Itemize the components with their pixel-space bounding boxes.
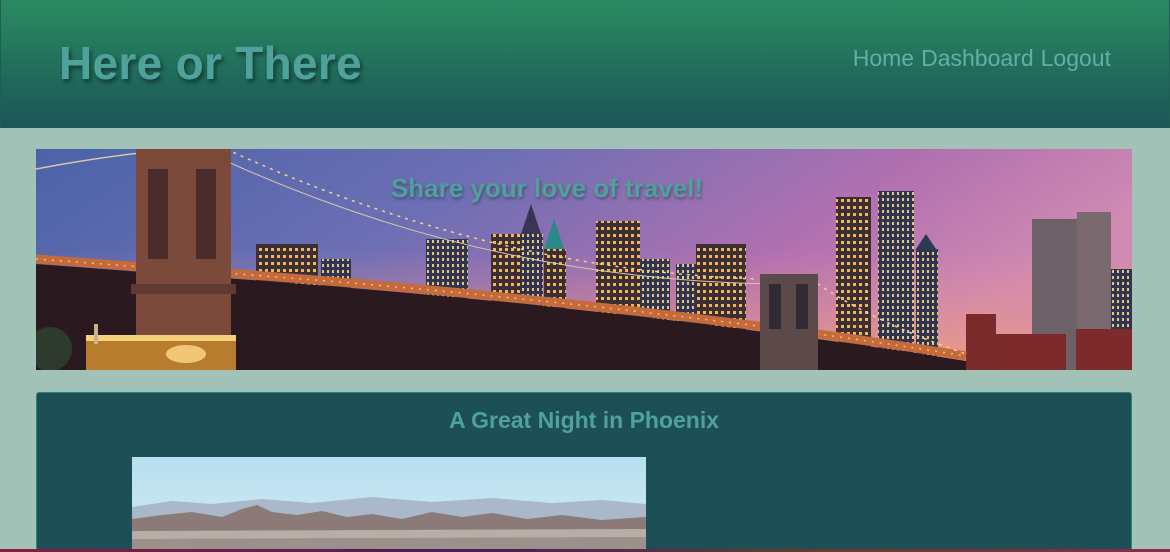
hero-banner: Share your love of travel! — [36, 149, 1132, 370]
main-nav: Home Dashboard Logout — [853, 45, 1111, 72]
banner-tagline: Share your love of travel! — [36, 173, 1132, 204]
nav-dashboard-link[interactable]: Dashboard — [921, 45, 1034, 72]
site-title[interactable]: Here or There — [59, 36, 362, 90]
banner-tagline-text: Share your love of travel! — [390, 173, 704, 203]
nav-logout-link[interactable]: Logout — [1041, 45, 1111, 72]
post-image[interactable] — [132, 457, 646, 552]
phoenix-mountains-photo — [132, 457, 646, 552]
post-card: A Great Night in Phoenix — [36, 392, 1132, 552]
nav-home-link[interactable]: Home — [853, 45, 914, 72]
site-header: Here or There Home Dashboard Logout — [0, 0, 1170, 128]
post-title[interactable]: A Great Night in Phoenix — [37, 407, 1131, 434]
